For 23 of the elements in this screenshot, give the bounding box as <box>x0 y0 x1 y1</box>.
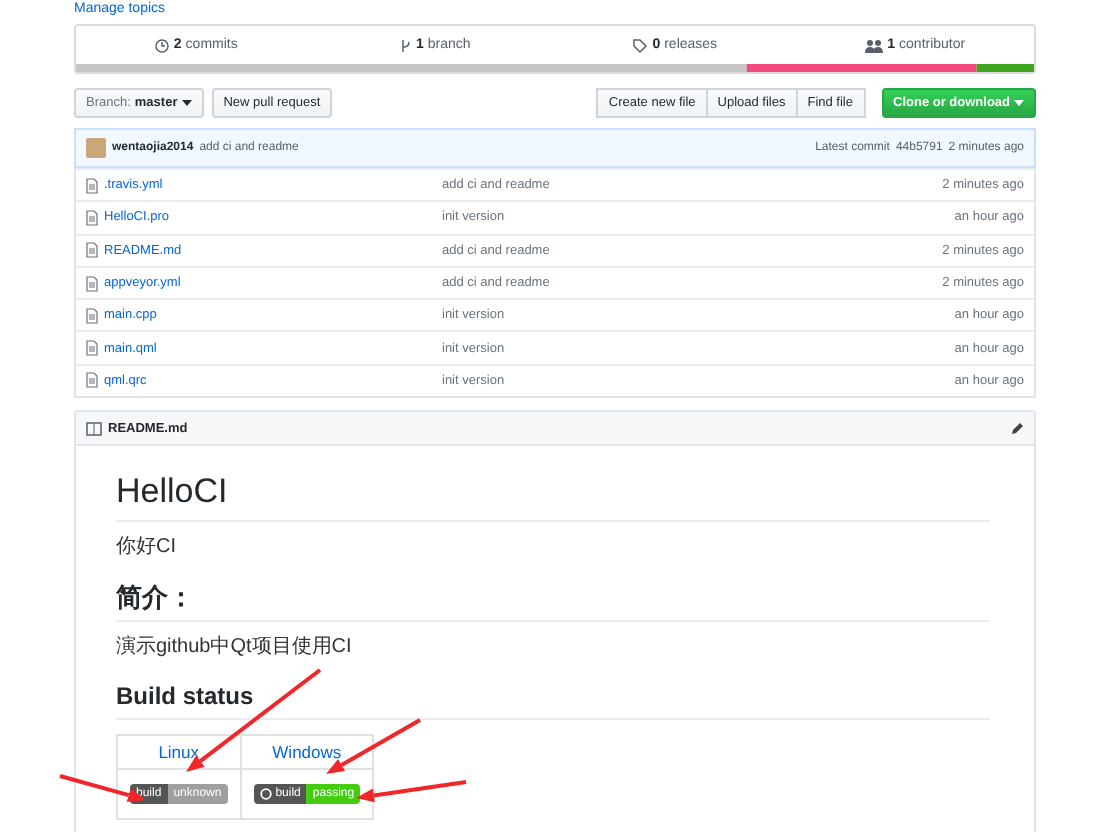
file-icon <box>86 307 98 324</box>
readme-title: HelloCI <box>116 470 990 523</box>
pencil-icon[interactable] <box>1010 421 1024 436</box>
book-icon <box>86 421 102 436</box>
readme-heading: 简介： <box>116 580 990 623</box>
caret-icon <box>181 100 192 106</box>
history-icon <box>153 37 170 53</box>
branch-icon <box>399 37 412 53</box>
file-icon <box>86 275 98 292</box>
tag-icon <box>632 37 649 53</box>
readme-paragraph: 演示github中Qt项目使用CI <box>116 636 354 661</box>
file-icon <box>86 340 98 357</box>
people-icon <box>863 37 884 53</box>
file-icon <box>86 242 98 259</box>
gear-icon <box>259 787 272 800</box>
file-icon <box>86 177 98 194</box>
annotation-arrow <box>356 780 467 803</box>
readme-subheading: Build status <box>116 680 990 721</box>
caret-icon <box>1014 100 1024 106</box>
file-icon <box>86 372 98 389</box>
file-icon <box>86 209 98 226</box>
avatar-icon <box>86 138 106 158</box>
readme-paragraph: 你好CI <box>116 536 178 561</box>
